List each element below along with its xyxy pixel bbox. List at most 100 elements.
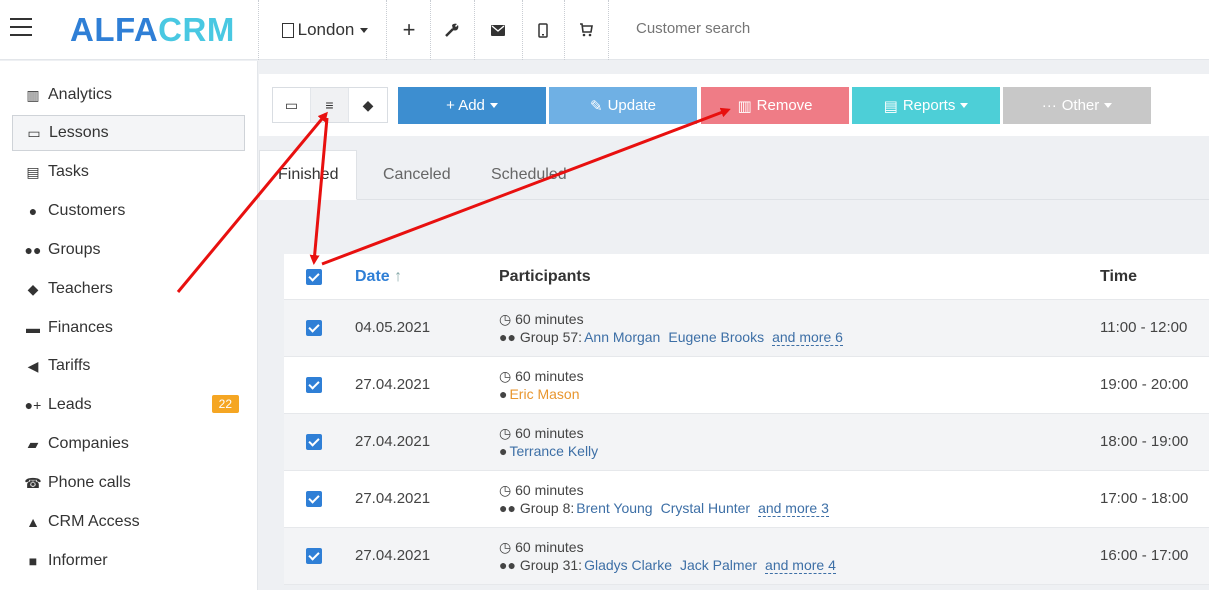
hamburger-menu-icon[interactable]: [10, 18, 32, 38]
row-checkbox[interactable]: [306, 434, 322, 450]
top-bar: ALFACRM London +: [0, 0, 1209, 60]
chevron-down-icon: [489, 103, 498, 108]
sidebar-item-phone-calls[interactable]: ☎ Phone calls: [12, 465, 245, 501]
lesson-participants: ●● Group 8: Brent Young Crystal Hunter and …: [499, 500, 829, 517]
sidebar-item-tariffs[interactable]: ◀ Tariffs: [12, 348, 245, 384]
chevron-down-icon: [360, 27, 369, 33]
sidebar-item-analytics[interactable]: ▥ Analytics: [12, 77, 245, 113]
divider: [564, 0, 565, 60]
user-icon: ●: [499, 443, 508, 459]
wrench-icon[interactable]: [432, 0, 472, 60]
participant-link[interactable]: Jack Palmer: [680, 557, 757, 573]
participant-link[interactable]: Terrance Kelly: [509, 443, 598, 459]
customer-search-input[interactable]: [636, 20, 936, 37]
duration-label: 60 minutes: [515, 539, 584, 555]
lesson-duration: ◷ 60 minutes: [499, 425, 584, 442]
sort-arrow-icon: ↑: [394, 268, 403, 285]
lesson-duration: ◷ 60 minutes: [499, 539, 584, 556]
lock-icon: ▲: [26, 514, 40, 530]
tab-label: Finished: [278, 166, 339, 183]
envelope-icon[interactable]: [476, 0, 520, 60]
tab-finished[interactable]: Finished: [259, 150, 358, 200]
graduation-cap-icon: ◆: [27, 280, 39, 297]
view-switcher: ▭ ≡ ◆: [272, 87, 388, 123]
table-row[interactable]: 04.05.2021 ◷ 60 minutes ●● Group 57: Ann …: [284, 300, 1209, 357]
map-icon: ▥: [26, 86, 40, 103]
sidebar-item-customers[interactable]: ● Customers: [12, 193, 245, 229]
more-participants-link[interactable]: and more 3: [758, 500, 829, 517]
book-icon: ■: [28, 553, 38, 569]
table-row[interactable]: 27.04.2021 ◷ 60 minutes ● Eric Mason 19:0…: [284, 357, 1209, 414]
tab-scheduled[interactable]: Scheduled: [473, 150, 585, 200]
tab-canceled[interactable]: Canceled: [365, 150, 469, 200]
participant-link[interactable]: Ann Morgan: [584, 329, 660, 345]
leads-count-badge: 22: [211, 395, 239, 413]
mobile-icon[interactable]: [524, 0, 562, 60]
city-selector[interactable]: London: [270, 0, 380, 60]
chevron-down-icon: [1104, 103, 1113, 108]
lesson-time: 18:00 - 19:00: [1100, 433, 1189, 450]
participant-link[interactable]: Crystal Hunter: [661, 500, 750, 516]
participant-link[interactable]: Brent Young: [576, 500, 652, 516]
lesson-duration: ◷ 60 minutes: [499, 311, 584, 328]
table-row[interactable]: 27.04.2021 ◷ 60 minutes ●● Group 31: Glad…: [284, 528, 1209, 585]
participant-link[interactable]: Eugene Brooks: [668, 329, 764, 345]
clock-icon: ◷: [499, 482, 512, 498]
list-view-icon[interactable]: ≡: [311, 88, 349, 122]
sidebar-item-label: Companies: [48, 435, 129, 452]
phone-icon: ☎: [24, 474, 42, 491]
lesson-duration: ◷ 60 minutes: [499, 368, 584, 385]
sidebar-item-finances[interactable]: ▬ Finances: [12, 310, 245, 346]
user-icon: ●: [499, 386, 508, 402]
lessons-table: Date ↑ Participants Time 04.05.2021 ◷ 60…: [284, 254, 1209, 585]
participant-link[interactable]: Gladys Clarke: [584, 557, 672, 573]
logo-crm: CRM: [158, 11, 235, 48]
layers-view-icon[interactable]: ◆: [349, 88, 387, 122]
sidebar-item-teachers[interactable]: ◆ Teachers: [12, 271, 245, 307]
sidebar-item-label: Groups: [48, 241, 101, 258]
remove-button[interactable]: ▥ Remove: [701, 87, 849, 124]
lesson-time: 16:00 - 17:00: [1100, 547, 1189, 564]
sidebar-item-groups[interactable]: ●● Groups: [12, 232, 245, 268]
lesson-participants: ● Eric Mason: [499, 386, 580, 402]
remove-label: Remove: [756, 97, 813, 114]
update-button[interactable]: ✎ Update: [549, 87, 697, 124]
more-participants-link[interactable]: and more 4: [765, 557, 836, 574]
clock-icon: ◷: [499, 425, 512, 441]
tab-label: Scheduled: [491, 166, 567, 183]
date-column-header[interactable]: Date ↑: [355, 268, 402, 286]
other-label: Other: [1061, 97, 1100, 114]
select-all-checkbox[interactable]: [306, 268, 322, 285]
logo[interactable]: ALFACRM: [70, 11, 235, 49]
other-button[interactable]: ··· Other: [1003, 87, 1151, 124]
table-row[interactable]: 27.04.2021 ◷ 60 minutes ●● Group 8: Brent…: [284, 471, 1209, 528]
tag-icon: ◀: [27, 357, 39, 374]
participant-link[interactable]: Eric Mason: [509, 386, 579, 402]
sidebar-item-leads[interactable]: ●+ Leads 22: [12, 387, 245, 423]
calendar-view-icon[interactable]: ▭: [273, 88, 311, 122]
row-checkbox[interactable]: [306, 548, 322, 564]
sidebar-item-companies[interactable]: ▰ Companies: [12, 426, 245, 462]
lesson-status-tabs: Finished Canceled Scheduled: [259, 136, 1209, 200]
add-button[interactable]: + Add: [398, 87, 546, 124]
row-checkbox[interactable]: [306, 377, 322, 393]
table-header: Date ↑ Participants Time: [284, 254, 1209, 300]
cart-icon[interactable]: [566, 0, 606, 60]
row-checkbox[interactable]: [306, 491, 322, 507]
lesson-date: 27.04.2021: [355, 376, 431, 393]
plus-icon[interactable]: +: [390, 0, 428, 60]
more-participants-link[interactable]: and more 6: [772, 329, 843, 346]
divider: [430, 0, 431, 60]
money-icon: ▬: [26, 320, 40, 336]
sidebar-item-informer[interactable]: ■ Informer: [12, 543, 245, 579]
lesson-time: 19:00 - 20:00: [1100, 376, 1189, 393]
sidebar-item-crm-access[interactable]: ▲ CRM Access: [12, 504, 245, 540]
sidebar-item-label: Lessons: [49, 124, 109, 141]
sidebar-item-tasks[interactable]: ▤ Tasks: [12, 154, 245, 190]
sidebar-item-lessons[interactable]: ▭ Lessons: [12, 115, 245, 151]
clock-icon: ◷: [499, 368, 512, 384]
reports-button[interactable]: ▤ Reports: [852, 87, 1000, 124]
table-row[interactable]: 27.04.2021 ◷ 60 minutes ● Terrance Kelly …: [284, 414, 1209, 471]
row-checkbox[interactable]: [306, 320, 322, 336]
users-icon: ●●: [499, 500, 516, 516]
